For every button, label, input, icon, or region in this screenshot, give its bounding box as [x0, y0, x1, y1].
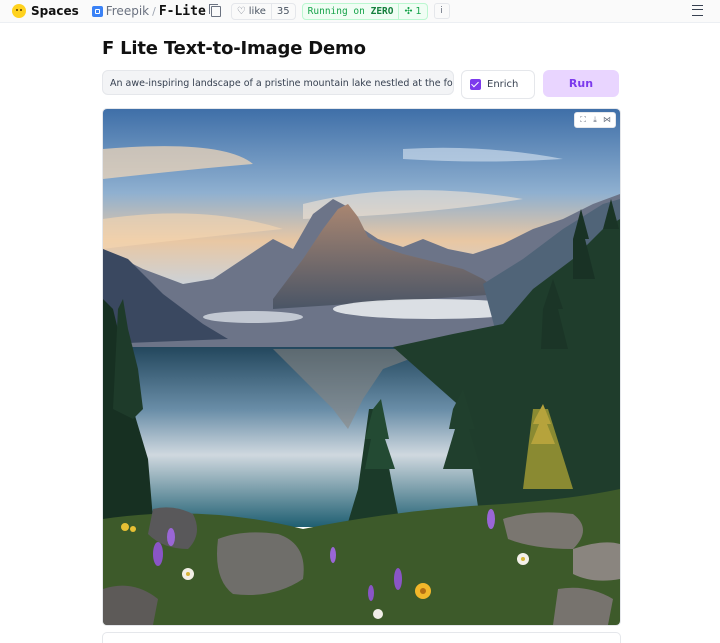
- info-icon[interactable]: i: [433, 3, 450, 19]
- copy-icon[interactable]: [208, 3, 221, 17]
- landscape-image: [103, 109, 620, 625]
- spaces-link[interactable]: Spaces: [12, 4, 79, 18]
- heart-icon: ♡: [236, 5, 246, 17]
- repo-name[interactable]: F-Lite: [159, 4, 206, 19]
- owner-name: Freepik: [105, 4, 150, 18]
- top-bar: Spaces Freepik / F-Lite ♡ like 35 Running…: [0, 0, 720, 23]
- image-toolbar: ⛶ ⤓ ⋈: [574, 112, 616, 128]
- owner-badge-icon: [91, 5, 103, 17]
- run-button[interactable]: Run: [543, 70, 619, 97]
- like-count: 35: [270, 3, 295, 19]
- huggingface-logo-icon: [12, 4, 26, 18]
- bottom-panel: [102, 632, 621, 643]
- download-icon[interactable]: ⤓: [589, 114, 601, 126]
- chip-icon: ✣: [404, 5, 413, 17]
- prompt-input[interactable]: An awe-inspiring landscape of a pristine…: [102, 70, 454, 95]
- page-title: F Lite Text-to-Image Demo: [102, 38, 366, 59]
- like-button[interactable]: ♡ like 35: [230, 2, 296, 20]
- like-label: like: [248, 5, 266, 17]
- status-badge[interactable]: Running on ZERO ✣ 1: [301, 2, 428, 20]
- fullscreen-icon[interactable]: ⛶: [577, 114, 589, 126]
- output-image: ⛶ ⤓ ⋈: [102, 108, 621, 626]
- device-count: 1: [415, 5, 422, 17]
- status-hardware: ZERO: [370, 5, 394, 17]
- owner-link[interactable]: Freepik: [91, 4, 150, 18]
- spaces-label: Spaces: [31, 4, 79, 18]
- share-icon[interactable]: ⋈: [601, 114, 613, 126]
- path-separator: /: [152, 4, 156, 18]
- enrich-label: Enrich: [487, 79, 519, 90]
- enrich-checkbox[interactable]: Enrich: [461, 70, 535, 99]
- menu-icon[interactable]: [692, 5, 703, 16]
- checkbox-checked-icon[interactable]: [470, 79, 481, 90]
- status-prefix: Running on: [307, 5, 365, 17]
